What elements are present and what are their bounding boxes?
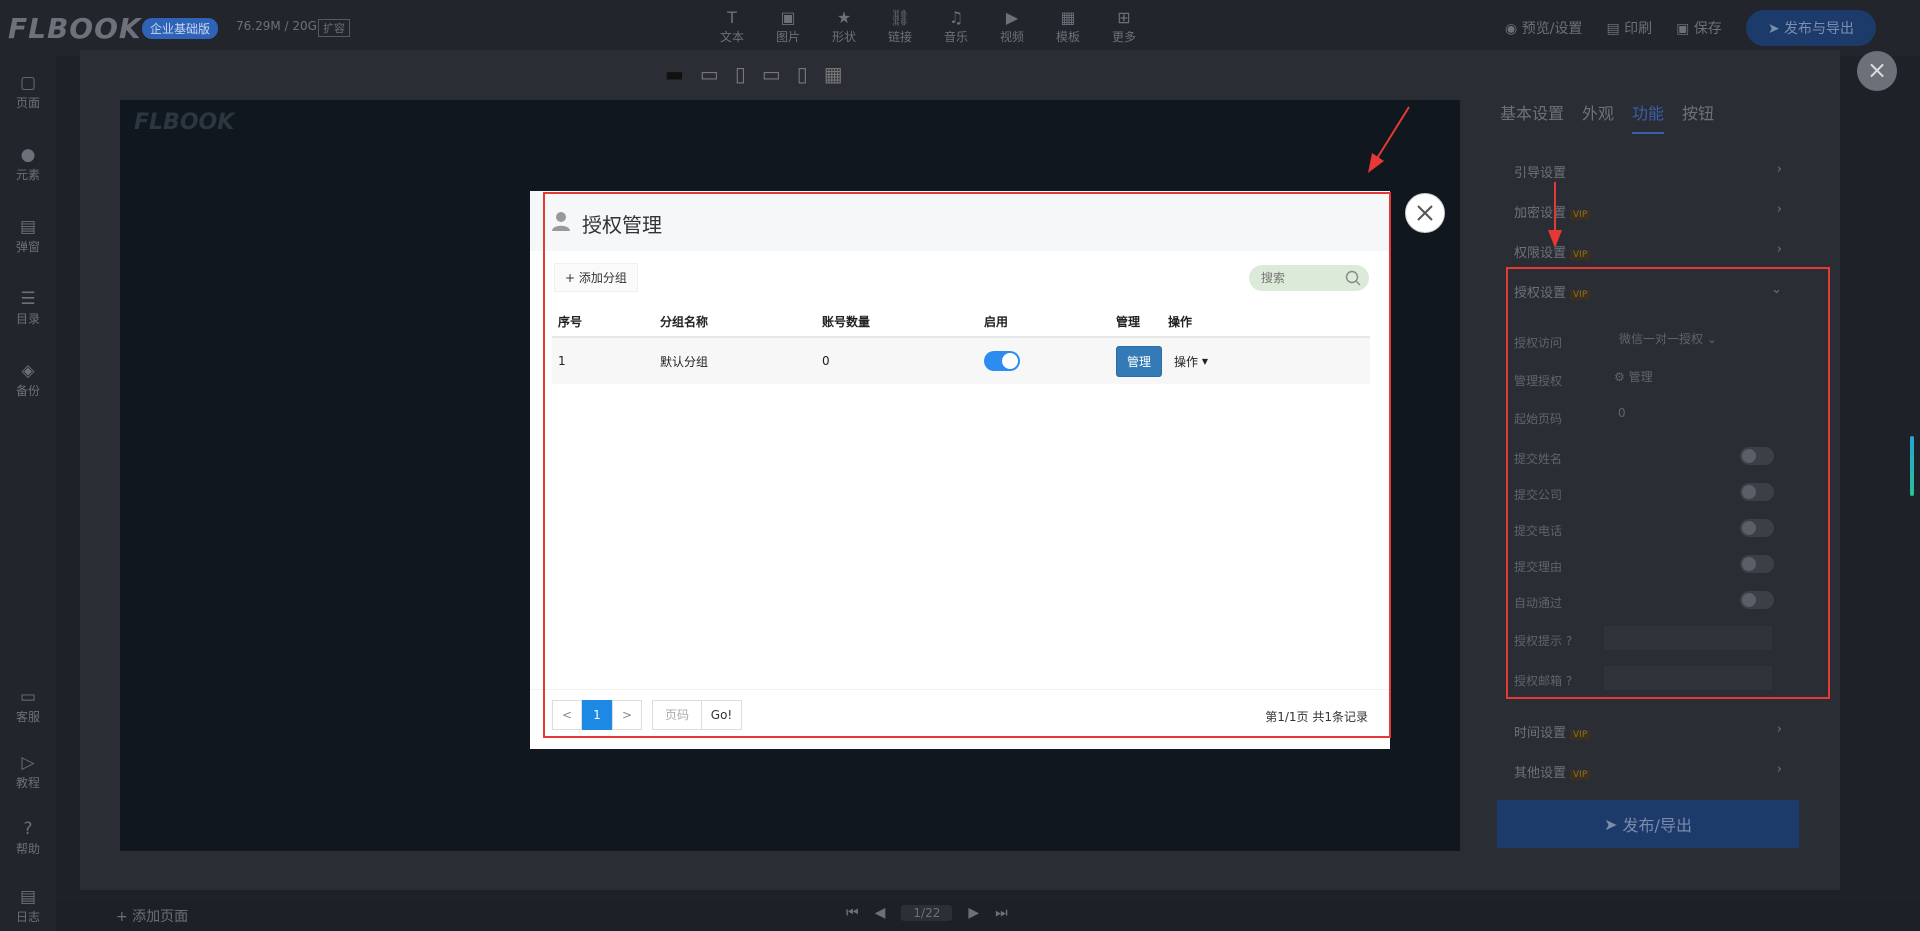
annotation-box-dialog: [543, 192, 1391, 738]
top-bar: FLBOOK 企业基础版 76.29M / 20G 扩容 T 文本 ▣ 图片 ★ 形状…: [0, 0, 1920, 56]
sidebar-item-help[interactable]: ? 帮助: [0, 818, 56, 857]
chevron-right-icon: ›: [1776, 202, 1782, 217]
close-dialog-button[interactable]: [1405, 193, 1445, 233]
list-icon: ☰: [20, 289, 36, 309]
publish-export-main-button[interactable]: ➤ 发布/导出: [1497, 800, 1799, 848]
print-button[interactable]: ▤ 印刷: [1606, 18, 1652, 38]
page-indicator[interactable]: 1/22: [901, 905, 953, 921]
close-settings-icon[interactable]: ×: [1857, 51, 1897, 91]
element-icon: ●: [20, 145, 36, 165]
tool-music[interactable]: ♫ 音乐: [936, 8, 976, 45]
storage-usage: 76.29M / 20G: [236, 19, 317, 33]
vip-icon: VIP: [1570, 730, 1591, 740]
tab-appearance[interactable]: 外观: [1582, 100, 1614, 134]
sidebar-item-element[interactable]: ● 元素: [0, 144, 56, 183]
play-icon: ▷: [21, 753, 35, 773]
toolbar: T 文本 ▣ 图片 ★ 形状 ⛓ 链接 ♫ 音乐 ▶ 视频 ▦ 模板 ⊞ 更多: [712, 8, 1144, 45]
brand-logo: FLBOOK: [8, 12, 142, 45]
tab-function[interactable]: 功能: [1632, 100, 1665, 134]
add-page-button[interactable]: + 添加页面: [116, 906, 188, 926]
sidebar-item-popup[interactable]: ▤ 弹窗: [0, 216, 56, 255]
sidebar-item-backup[interactable]: ◈ 备份: [0, 360, 56, 399]
edition-badge: 企业基础版: [142, 18, 219, 39]
log-icon: ▤: [19, 887, 37, 907]
tool-text[interactable]: T 文本: [712, 8, 752, 45]
more-icon: ⊞: [1117, 8, 1131, 27]
wide-icon[interactable]: ▭: [762, 62, 781, 86]
link-icon: ⛓: [889, 8, 911, 27]
preview-settings-button[interactable]: ◉ 预览/设置: [1505, 18, 1582, 38]
tool-shape[interactable]: ★ 形状: [824, 8, 864, 45]
chevron-right-icon: ›: [1776, 762, 1782, 777]
publish-export-button[interactable]: ➤ 发布与导出: [1745, 10, 1876, 46]
music-icon: ♫: [948, 8, 964, 27]
tab-basic[interactable]: 基本设置: [1500, 100, 1564, 134]
scroll-indicator[interactable]: [1910, 436, 1914, 496]
vip-icon: VIP: [1570, 770, 1591, 780]
help-icon: ?: [23, 819, 33, 839]
left-sidebar: ▢ 页面 ● 元素 ▤ 弹窗 ☰ 目录 ◈ 备份 ▭ 客服 ▷ 教程 ? 帮助 ▤ 日志: [0, 56, 56, 931]
vip-icon: VIP: [1570, 210, 1591, 220]
sidebar-item-tutorial[interactable]: ▷ 教程: [0, 752, 56, 791]
next-page-icon[interactable]: ▶: [968, 905, 979, 921]
tool-link[interactable]: ⛓ 链接: [880, 8, 920, 45]
annotation-box-auth-settings: [1506, 267, 1830, 699]
desktop-icon[interactable]: ▬: [665, 62, 684, 86]
qrcode-icon[interactable]: ▦: [824, 62, 843, 86]
section-time[interactable]: 时间设置 VIP ›: [1514, 722, 1782, 741]
annotation-arrow-icon: [1368, 106, 1410, 173]
storage-expand-button[interactable]: 扩容: [318, 19, 350, 37]
page-icon: ▢: [19, 73, 37, 93]
phone-icon[interactable]: ▯: [797, 62, 808, 86]
section-other[interactable]: 其他设置 VIP ›: [1514, 762, 1782, 781]
annotation-arrow-icon: [1548, 182, 1562, 248]
chevron-right-icon: ›: [1776, 162, 1782, 177]
top-actions: ◉ 预览/设置 ▤ 印刷 ▣ 保存 ➤ 发布与导出: [1505, 0, 1920, 56]
image-icon: ▣: [780, 8, 796, 27]
tablet-landscape-icon[interactable]: ▭: [700, 62, 719, 86]
tool-image[interactable]: ▣ 图片: [768, 8, 808, 45]
close-icon: [1417, 205, 1433, 221]
sidebar-item-catalog[interactable]: ☰ 目录: [0, 288, 56, 327]
chat-icon: ▭: [19, 687, 37, 707]
vip-icon: VIP: [1570, 250, 1591, 260]
tool-template[interactable]: ▦ 模板: [1048, 8, 1088, 45]
sidebar-item-log[interactable]: ▤ 日志: [0, 886, 56, 925]
preview-logo: FLBOOK: [134, 110, 235, 135]
section-guide[interactable]: 引导设置 ›: [1514, 162, 1782, 181]
settings-tabs: 基本设置 外观 功能 按钮: [1500, 100, 1714, 134]
chevron-right-icon: ›: [1776, 722, 1782, 737]
last-page-icon[interactable]: ⏭: [995, 905, 1008, 921]
tab-buttons[interactable]: 按钮: [1682, 100, 1714, 134]
star-icon: ★: [836, 8, 852, 27]
bottom-bar: + 添加页面 ⏮ ◀ 1/22 ▶ ⏭: [56, 900, 1920, 931]
sidebar-item-page[interactable]: ▢ 页面: [0, 72, 56, 111]
device-switcher: ▬ ▭ ▯ ▭ ▯ ▦: [665, 62, 843, 86]
layers-icon: ◈: [21, 361, 35, 381]
tablet-portrait-icon[interactable]: ▯: [735, 62, 746, 86]
text-icon: T: [727, 8, 737, 27]
chevron-right-icon: ›: [1776, 242, 1782, 257]
prev-page-icon[interactable]: ◀: [875, 905, 886, 921]
tool-more[interactable]: ⊞ 更多: [1104, 8, 1144, 45]
save-button[interactable]: ▣ 保存: [1676, 18, 1722, 38]
sidebar-item-service[interactable]: ▭ 客服: [0, 686, 56, 725]
video-icon: ▶: [1005, 8, 1019, 27]
page-navigation: ⏮ ◀ 1/22 ▶ ⏭: [846, 905, 1008, 921]
tool-video[interactable]: ▶ 视频: [992, 8, 1032, 45]
template-icon: ▦: [1060, 8, 1076, 27]
popup-icon: ▤: [19, 217, 37, 237]
first-page-icon[interactable]: ⏮: [846, 905, 859, 921]
